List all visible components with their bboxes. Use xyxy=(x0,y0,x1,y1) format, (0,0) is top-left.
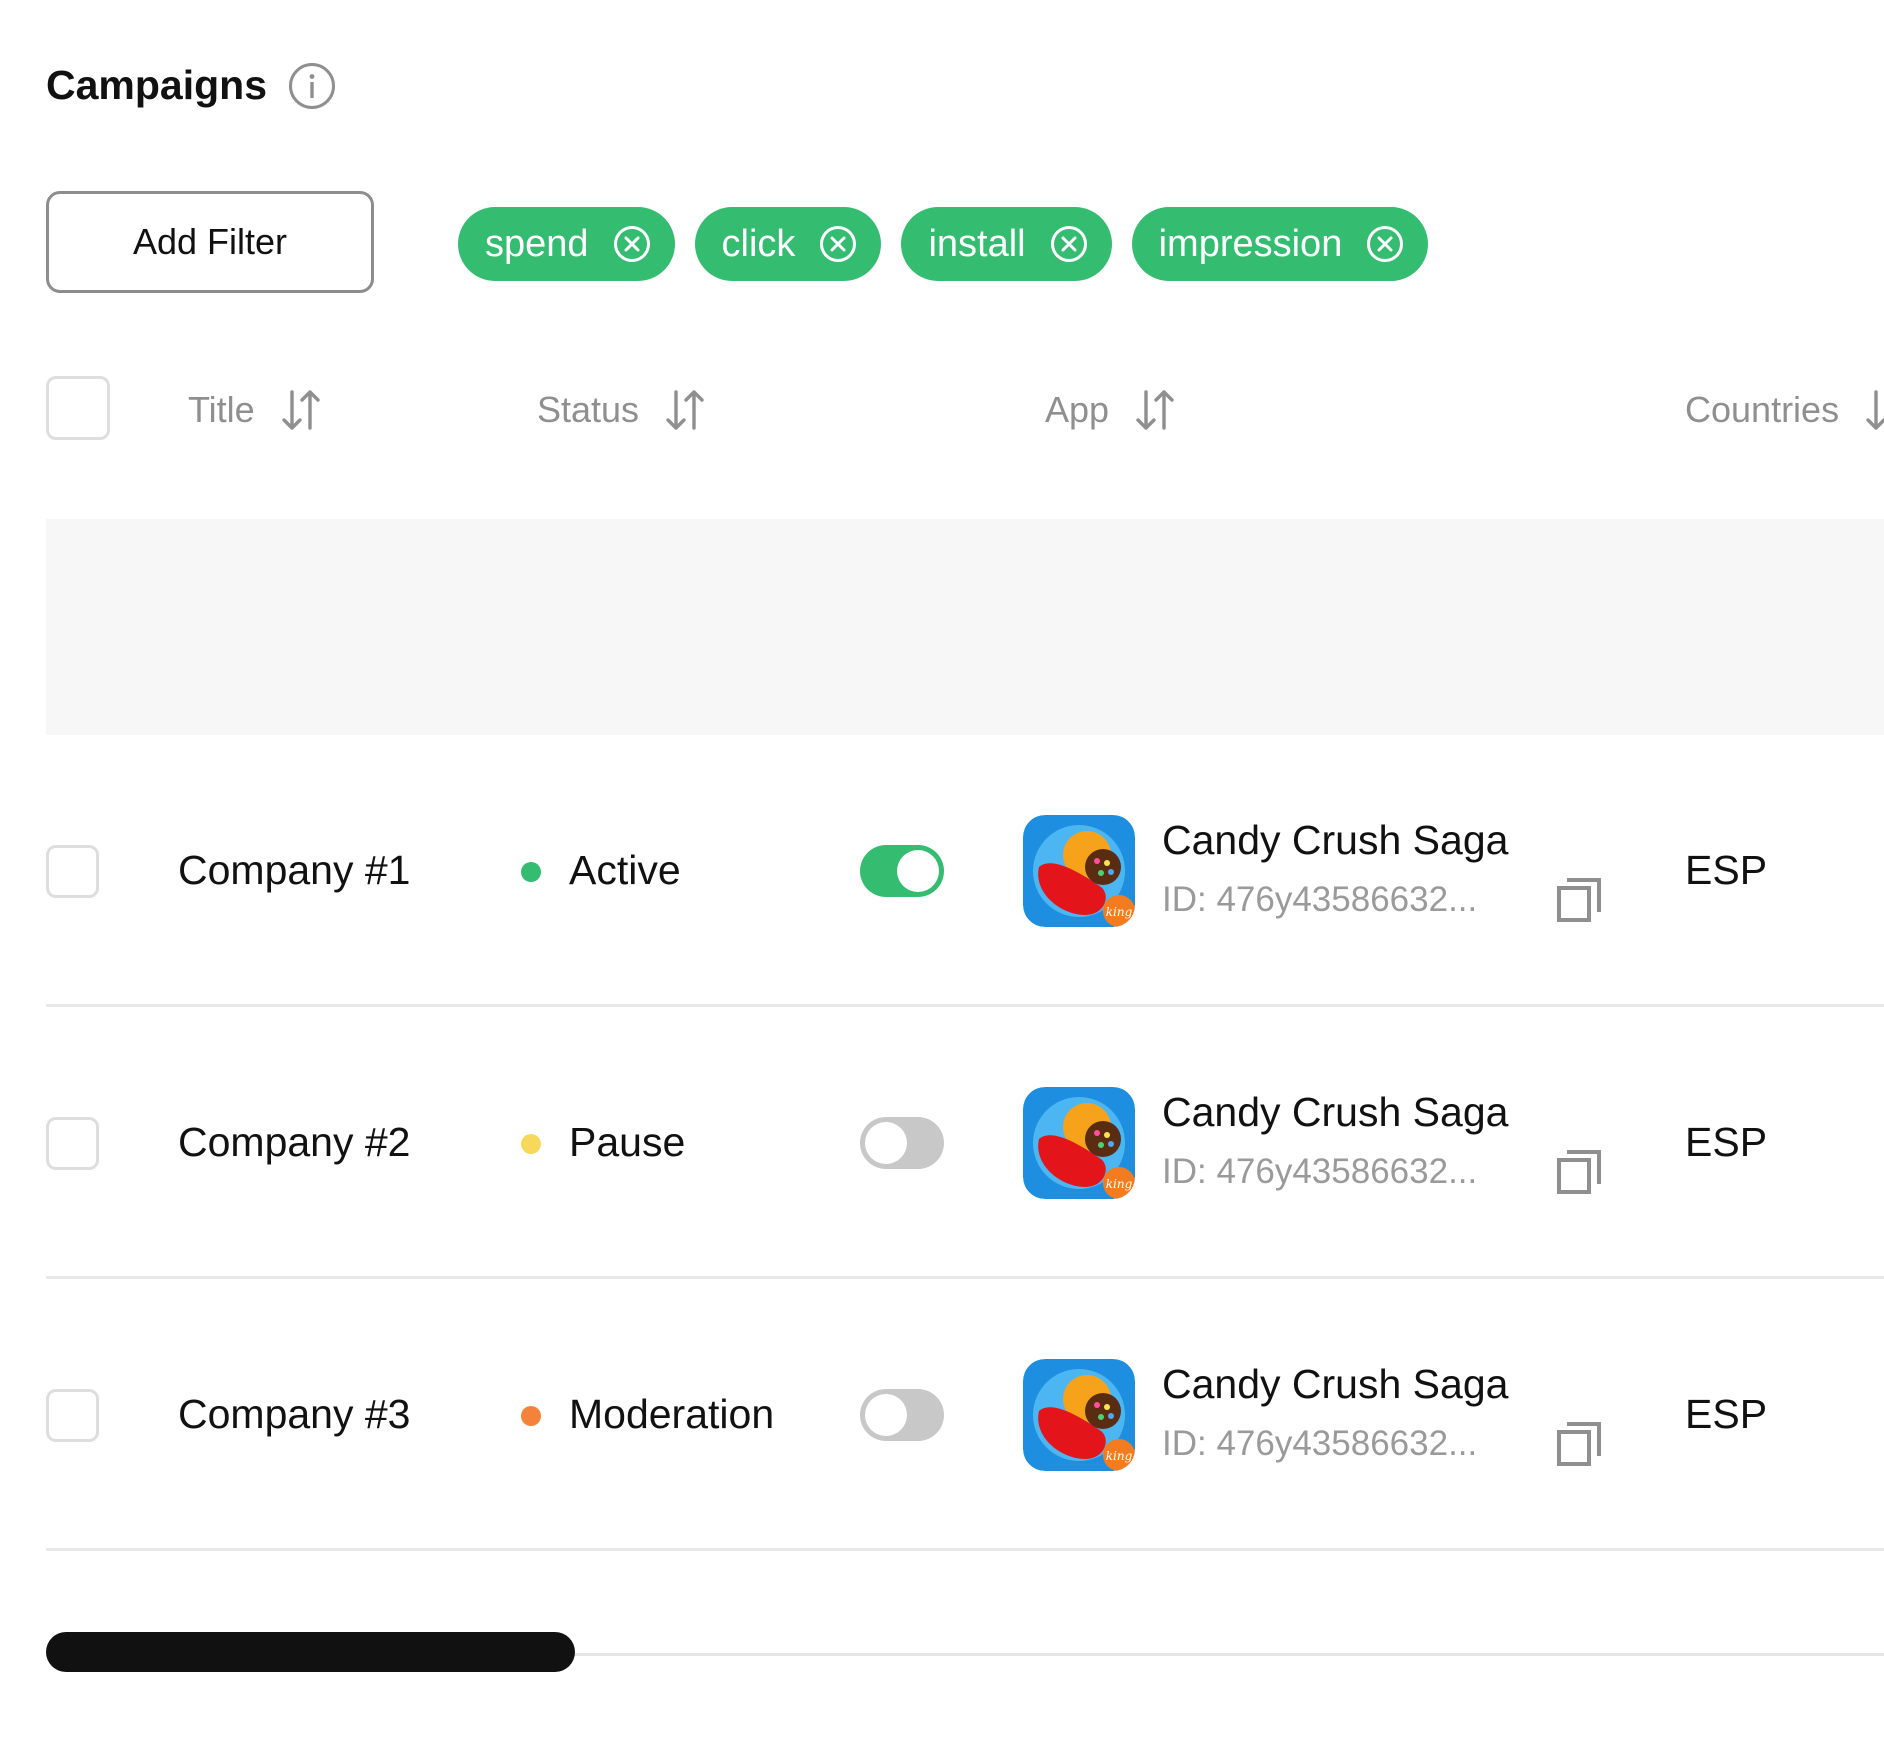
status-label: Active xyxy=(569,847,681,893)
app-name: Candy Crush Saga xyxy=(1162,817,1509,863)
close-circle-icon[interactable] xyxy=(819,225,857,263)
app-id: ID: 476y43586632... xyxy=(1162,1152,1478,1191)
page-title: Campaigns xyxy=(46,62,267,108)
campaign-title: Company #3 xyxy=(178,1391,411,1437)
column-header-label: Title xyxy=(188,389,255,430)
status-label: Pause xyxy=(569,1119,686,1165)
filter-chip-label: spend xyxy=(485,222,589,265)
campaign-toggle[interactable] xyxy=(860,1389,944,1441)
campaign-title: Company #1 xyxy=(178,847,411,893)
close-circle-icon[interactable] xyxy=(613,225,651,263)
campaign-toggle[interactable] xyxy=(860,845,944,897)
app-id: ID: 476y43586632... xyxy=(1162,880,1478,919)
toggle-knob xyxy=(865,1394,907,1436)
table-row: Company #3 Moderation king Candy Crush S… xyxy=(0,1279,1884,1551)
status-dot xyxy=(521,1134,541,1154)
row-checkbox[interactable] xyxy=(46,1389,99,1442)
row-checkbox[interactable] xyxy=(46,845,99,898)
toggle-knob xyxy=(897,850,939,892)
column-header-label: App xyxy=(1045,389,1110,430)
app-name: Candy Crush Saga xyxy=(1162,1089,1509,1135)
filter-chip-impression: impression xyxy=(1131,207,1429,281)
status-dot xyxy=(521,862,541,882)
svg-text:king: king xyxy=(1106,905,1133,919)
filter-chip-spend: spend xyxy=(458,207,675,281)
candy-crush-app-icon: king xyxy=(1023,1087,1135,1199)
table-spacer-row xyxy=(46,519,1884,735)
filter-chip-click: click xyxy=(694,207,882,281)
country: ESP xyxy=(1685,1391,1768,1437)
filter-chip-label: click xyxy=(721,222,796,265)
info-icon[interactable] xyxy=(288,62,336,110)
candy-crush-app-icon: king xyxy=(1023,815,1135,927)
filter-chip-label: install xyxy=(928,222,1026,265)
status-label: Moderation xyxy=(569,1391,775,1437)
close-circle-icon[interactable] xyxy=(1050,225,1088,263)
campaign-title: Company #2 xyxy=(178,1119,411,1165)
column-header-app[interactable]: App xyxy=(1045,385,1175,435)
campaign-toggle[interactable] xyxy=(860,1117,944,1169)
column-header-label: Status xyxy=(537,389,640,430)
svg-text:king: king xyxy=(1106,1177,1133,1191)
table-row: Company #2 Pause king Candy Crush Saga I… xyxy=(0,1007,1884,1279)
scrollbar-thumb[interactable] xyxy=(46,1632,575,1672)
copy-icon[interactable] xyxy=(1555,1420,1603,1468)
sort-icon[interactable] xyxy=(665,388,705,432)
status-dot xyxy=(521,1406,541,1426)
country: ESP xyxy=(1685,847,1768,893)
add-filter-button[interactable]: Add Filter xyxy=(46,191,374,293)
toggle-knob xyxy=(865,1122,907,1164)
filter-chip-install: install xyxy=(901,207,1112,281)
close-circle-icon[interactable] xyxy=(1366,225,1404,263)
column-header-status[interactable]: Status xyxy=(537,385,705,435)
column-header-countries[interactable]: Countries xyxy=(1685,385,1884,435)
row-checkbox[interactable] xyxy=(46,1117,99,1170)
sort-icon[interactable] xyxy=(1865,388,1884,432)
candy-crush-app-icon: king xyxy=(1023,1359,1135,1471)
svg-text:king: king xyxy=(1106,1449,1133,1463)
filter-chip-label: impression xyxy=(1158,222,1343,265)
copy-icon[interactable] xyxy=(1555,876,1603,924)
column-header-title[interactable]: Title xyxy=(188,385,321,435)
filter-chips: spend click install impression xyxy=(458,207,1448,281)
sort-icon[interactable] xyxy=(1135,388,1175,432)
country: ESP xyxy=(1685,1119,1768,1165)
column-header-label: Countries xyxy=(1685,389,1840,430)
app-id: ID: 476y43586632... xyxy=(1162,1424,1478,1463)
app-name: Candy Crush Saga xyxy=(1162,1361,1509,1407)
select-all-checkbox[interactable] xyxy=(46,376,110,440)
row-divider xyxy=(46,1548,1884,1551)
table-row: Company #1 Active king Candy Crush Saga … xyxy=(0,735,1884,1007)
copy-icon[interactable] xyxy=(1555,1148,1603,1196)
sort-icon[interactable] xyxy=(281,388,321,432)
